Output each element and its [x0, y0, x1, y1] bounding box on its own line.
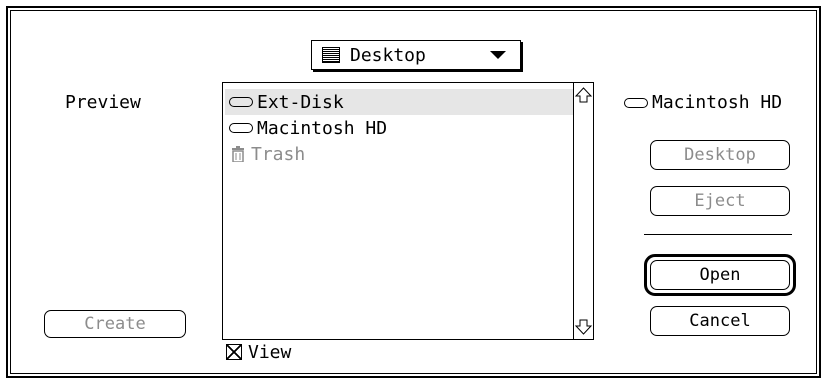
trash-icon [232, 146, 244, 162]
list-item-label: Macintosh HD [257, 117, 388, 139]
create-button[interactable]: Create [44, 310, 186, 338]
file-list[interactable]: Ext-Disk Macintosh HD Trash [222, 82, 594, 340]
volume-name: Macintosh HD [624, 92, 782, 113]
cancel-button[interactable]: Cancel [650, 306, 790, 336]
desktop-button[interactable]: Desktop [650, 140, 790, 170]
list-item-label: Ext-Disk [257, 91, 344, 113]
folder-icon [322, 47, 340, 63]
vertical-scrollbar[interactable] [573, 83, 593, 339]
folder-popup-label: Desktop [350, 44, 426, 66]
disk-icon [229, 97, 253, 107]
list-item[interactable]: Trash [225, 141, 575, 167]
preview-label: Preview [65, 92, 141, 113]
list-item-label: Trash [251, 143, 306, 165]
triangle-down-icon [490, 51, 506, 59]
scroll-up-arrow-icon[interactable] [574, 85, 593, 105]
button-divider [644, 234, 792, 235]
open-button[interactable]: Open [650, 260, 790, 290]
scroll-down-arrow-icon[interactable] [574, 317, 593, 337]
disk-icon [624, 97, 648, 108]
volume-name-label: Macintosh HD [652, 92, 783, 113]
list-item[interactable]: Ext-Disk [225, 89, 575, 115]
folder-popup-menu[interactable]: Desktop [311, 40, 521, 70]
disk-icon [229, 123, 253, 133]
eject-button[interactable]: Eject [650, 186, 790, 216]
view-checkbox-label: View [248, 342, 292, 363]
list-item[interactable]: Macintosh HD [225, 115, 575, 141]
view-checkbox[interactable] [226, 344, 242, 360]
